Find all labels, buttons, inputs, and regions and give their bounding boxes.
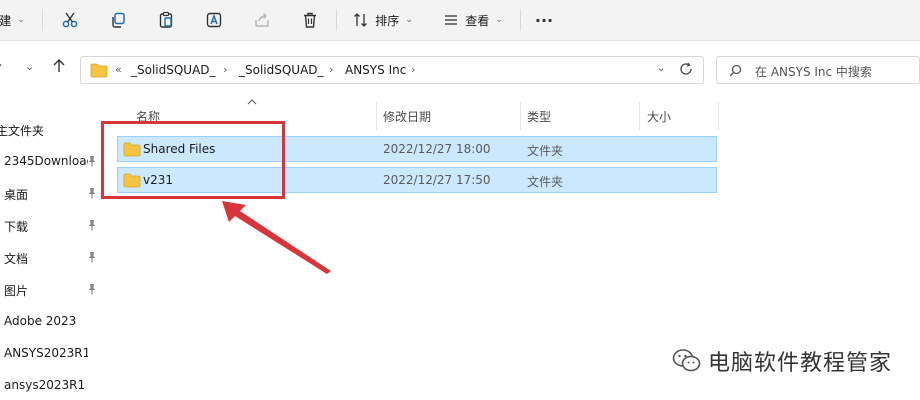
- sort-button-label: 排序: [375, 13, 400, 28]
- sidebar-item-adobe-2023[interactable]: Adobe 2023: [0, 309, 104, 335]
- address-overflow-icon[interactable]: «: [115, 63, 122, 76]
- cut-button[interactable]: [58, 8, 82, 32]
- rename-button[interactable]: [202, 8, 226, 32]
- navigation-pane: 主文件夹 2345Downloads 桌面 下载 文档 图片 Adobe 202…: [0, 110, 106, 400]
- sidebar-item-documents[interactable]: 文档: [0, 245, 104, 271]
- history-chevron-icon[interactable]: ⌄: [25, 60, 34, 73]
- sort-ascending-icon: [247, 99, 257, 105]
- toolbar-divider: [42, 9, 43, 31]
- sidebar-item-ansys2023r1[interactable]: ANSYS2023R1: [0, 341, 104, 367]
- search-icon: [729, 64, 742, 77]
- address-row: › ⌄ « _SolidSQUAD_ › _SolidSQUAD_ › ANSY…: [0, 46, 920, 90]
- wechat-icon: [672, 349, 701, 372]
- pin-icon: [88, 156, 96, 167]
- new-button-label: 建: [0, 13, 12, 28]
- chevron-down-icon: ⌄: [495, 15, 503, 25]
- chevron-right-icon[interactable]: ›: [329, 63, 333, 76]
- breadcrumb-item[interactable]: _SolidSQUAD_: [131, 63, 216, 77]
- watermark: 电脑软件教程管家: [672, 345, 892, 377]
- paste-button[interactable]: [154, 8, 178, 32]
- sidebar-item-2345downloads[interactable]: 2345Downloads: [0, 149, 104, 175]
- more-options-icon: ···: [534, 10, 554, 30]
- chevron-right-icon[interactable]: ›: [411, 63, 415, 76]
- view-button-label: 查看: [465, 13, 490, 28]
- sidebar-item-label: 下载: [4, 220, 29, 234]
- pin-icon: [88, 220, 96, 231]
- folder-icon: [90, 63, 108, 78]
- column-divider[interactable]: [520, 102, 521, 130]
- pin-icon: [88, 284, 96, 295]
- watermark-text: 电脑软件教程管家: [708, 351, 893, 376]
- delete-button[interactable]: [298, 8, 322, 32]
- sidebar-item-label: 文档: [4, 252, 29, 266]
- sidebar-item-downloads[interactable]: 下载: [0, 213, 104, 239]
- chevron-down-icon: ⌄: [405, 15, 413, 25]
- chevron-right-icon[interactable]: ›: [223, 63, 227, 76]
- breadcrumb-item[interactable]: ANSYS Inc: [345, 63, 406, 77]
- copy-icon: [112, 12, 125, 28]
- sidebar-item-label: 桌面: [4, 188, 29, 202]
- sidebar-item-label: ansys2023R1: [4, 378, 86, 392]
- clipboard-icon: [159, 11, 173, 28]
- sidebar-item-label: 图片: [4, 284, 29, 298]
- rename-icon: [206, 12, 222, 28]
- address-dropdown-icon[interactable]: ⌄: [657, 63, 665, 74]
- up-arrow-icon[interactable]: [52, 58, 66, 78]
- sidebar-item-ansys2023r1-lower[interactable]: ansys2023R1: [0, 373, 104, 399]
- sidebar-item-label: 2345Downloads: [4, 154, 88, 168]
- address-bar[interactable]: « _SolidSQUAD_ › _SolidSQUAD_ › ANSYS In…: [80, 56, 704, 84]
- file-type: 文件夹: [527, 144, 564, 158]
- column-divider[interactable]: [639, 102, 640, 130]
- column-divider[interactable]: [376, 102, 377, 130]
- toolbar-divider: [336, 9, 337, 31]
- file-type: 文件夹: [527, 175, 564, 189]
- pin-icon: [88, 188, 96, 199]
- sort-button[interactable]: 排序 ⌄: [350, 8, 416, 32]
- forward-arrow-icon[interactable]: ›: [0, 58, 2, 73]
- share-button[interactable]: [250, 8, 274, 32]
- breadcrumb-item[interactable]: _SolidSQUAD_: [239, 63, 324, 77]
- copy-button[interactable]: [106, 8, 130, 32]
- trash-icon: [304, 12, 316, 28]
- scissors-icon: [62, 12, 78, 28]
- chevron-down-icon: ⌄: [17, 15, 25, 25]
- annotation-highlight-box: [101, 121, 285, 199]
- new-button[interactable]: 建 ⌄: [0, 8, 28, 32]
- sort-icon: [354, 13, 368, 27]
- file-modified-date: 2022/12/27 18:00: [383, 142, 491, 156]
- column-divider[interactable]: [718, 102, 719, 130]
- refresh-icon[interactable]: [679, 62, 693, 79]
- column-header-size[interactable]: 大小: [647, 108, 671, 125]
- sidebar-item-label: Adobe 2023: [4, 314, 77, 328]
- view-button[interactable]: 查看 ⌄: [440, 8, 506, 32]
- sidebar-item-label: 主文件夹: [0, 124, 45, 138]
- view-list-icon: [445, 15, 458, 25]
- toolbar-divider: [520, 9, 521, 31]
- command-bar: 建 ⌄ 排序 ⌄ 查看 ⌄ ···: [0, 0, 920, 41]
- search-box[interactable]: 在 ANSYS Inc 中搜索: [716, 56, 920, 84]
- share-icon: [255, 13, 269, 27]
- column-header-type[interactable]: 类型: [527, 108, 551, 125]
- sidebar-item-desktop[interactable]: 桌面: [0, 181, 104, 207]
- file-modified-date: 2022/12/27 17:50: [383, 173, 491, 187]
- more-options-button[interactable]: ···: [530, 8, 558, 32]
- sidebar-item-home[interactable]: 主文件夹: [0, 117, 104, 143]
- column-header-modified[interactable]: 修改日期: [383, 108, 431, 125]
- sidebar-item-pictures[interactable]: 图片: [0, 277, 104, 303]
- sidebar-item-label: ANSYS2023R1: [4, 346, 88, 360]
- pin-icon: [88, 252, 96, 263]
- search-placeholder: 在 ANSYS Inc 中搜索: [755, 65, 872, 79]
